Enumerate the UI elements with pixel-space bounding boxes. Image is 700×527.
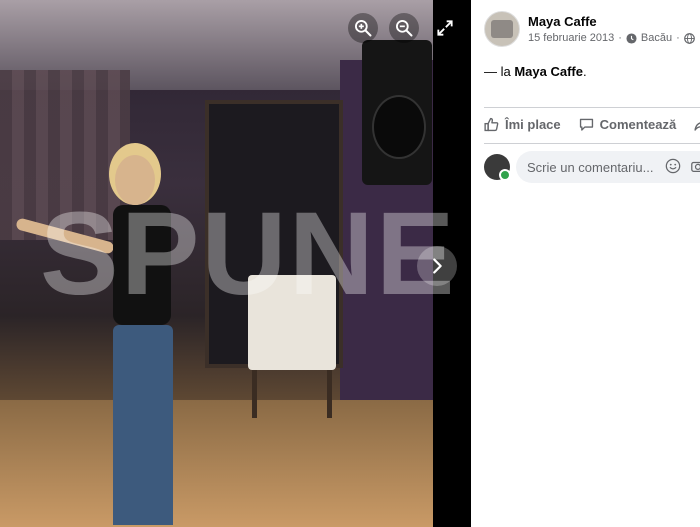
- chair-leg: [327, 370, 332, 418]
- comment-input[interactable]: Scrie un comentariu...: [516, 151, 700, 183]
- post-subline: 15 februarie 2013 · Bacău ·: [528, 32, 695, 44]
- post-text-suffix: .: [582, 64, 587, 79]
- next-photo-button[interactable]: [417, 246, 457, 286]
- fullscreen-icon: [437, 20, 453, 36]
- zoom-out-button[interactable]: [389, 13, 419, 43]
- author-name[interactable]: Maya Caffe: [528, 14, 695, 29]
- person-legs: [113, 325, 173, 525]
- avatar-image: [491, 20, 513, 38]
- post-side-panel: Maya Caffe 15 februarie 2013 · Bacău · —…: [471, 0, 700, 527]
- photo-speaker: [362, 40, 432, 185]
- user-avatar[interactable]: [484, 154, 511, 181]
- person-torso: [113, 205, 171, 325]
- like-button[interactable]: Îmi place: [483, 116, 561, 133]
- like-label: Îmi place: [505, 117, 561, 132]
- separator: ·: [676, 32, 680, 44]
- chevron-right-icon: [433, 258, 442, 274]
- post-actions: Îmi place Comentează: [483, 116, 700, 133]
- author-avatar[interactable]: [484, 11, 520, 47]
- online-status-dot: [499, 169, 511, 181]
- share-icon: [694, 122, 700, 131]
- divider: [484, 143, 700, 144]
- post-location[interactable]: Bacău: [641, 32, 672, 44]
- divider: [484, 107, 700, 108]
- post-text: — la Maya Caffe.: [484, 64, 587, 79]
- photo-viewer: SPUNE: [0, 0, 471, 527]
- photo-person: [15, 150, 195, 527]
- camera-icon[interactable]: [690, 158, 700, 174]
- thumbs-up-icon: [484, 117, 499, 132]
- comment-icon: [579, 118, 593, 131]
- location-pin-icon: [626, 32, 637, 44]
- emoji-icon[interactable]: [665, 158, 681, 174]
- photo-chair: [248, 275, 336, 418]
- fullscreen-button[interactable]: [430, 13, 460, 43]
- zoom-in-button[interactable]: [348, 13, 378, 43]
- comment-placeholder: Scrie un comentariu...: [527, 159, 654, 175]
- photo-floor: [0, 400, 471, 527]
- globe-icon: [683, 32, 695, 44]
- post-meta: Maya Caffe 15 februarie 2013 · Bacău ·: [528, 11, 695, 47]
- comment-label: Comentează: [599, 117, 677, 132]
- zoom-in-icon: [355, 20, 372, 37]
- chair-leg: [252, 370, 257, 418]
- post-place-link[interactable]: Maya Caffe: [514, 64, 583, 79]
- post-date[interactable]: 15 februarie 2013: [528, 32, 614, 44]
- comment-button[interactable]: Comentează: [578, 116, 677, 133]
- zoom-out-icon: [396, 20, 413, 37]
- person-head: [115, 155, 155, 205]
- separator: ·: [618, 32, 622, 44]
- post-text-prefix: — la: [484, 64, 515, 79]
- post-header: Maya Caffe 15 februarie 2013 · Bacău ·: [484, 11, 695, 47]
- share-button[interactable]: [693, 116, 700, 133]
- comment-composer: Scrie un comentariu...: [484, 151, 700, 183]
- speaker-cone: [372, 95, 426, 159]
